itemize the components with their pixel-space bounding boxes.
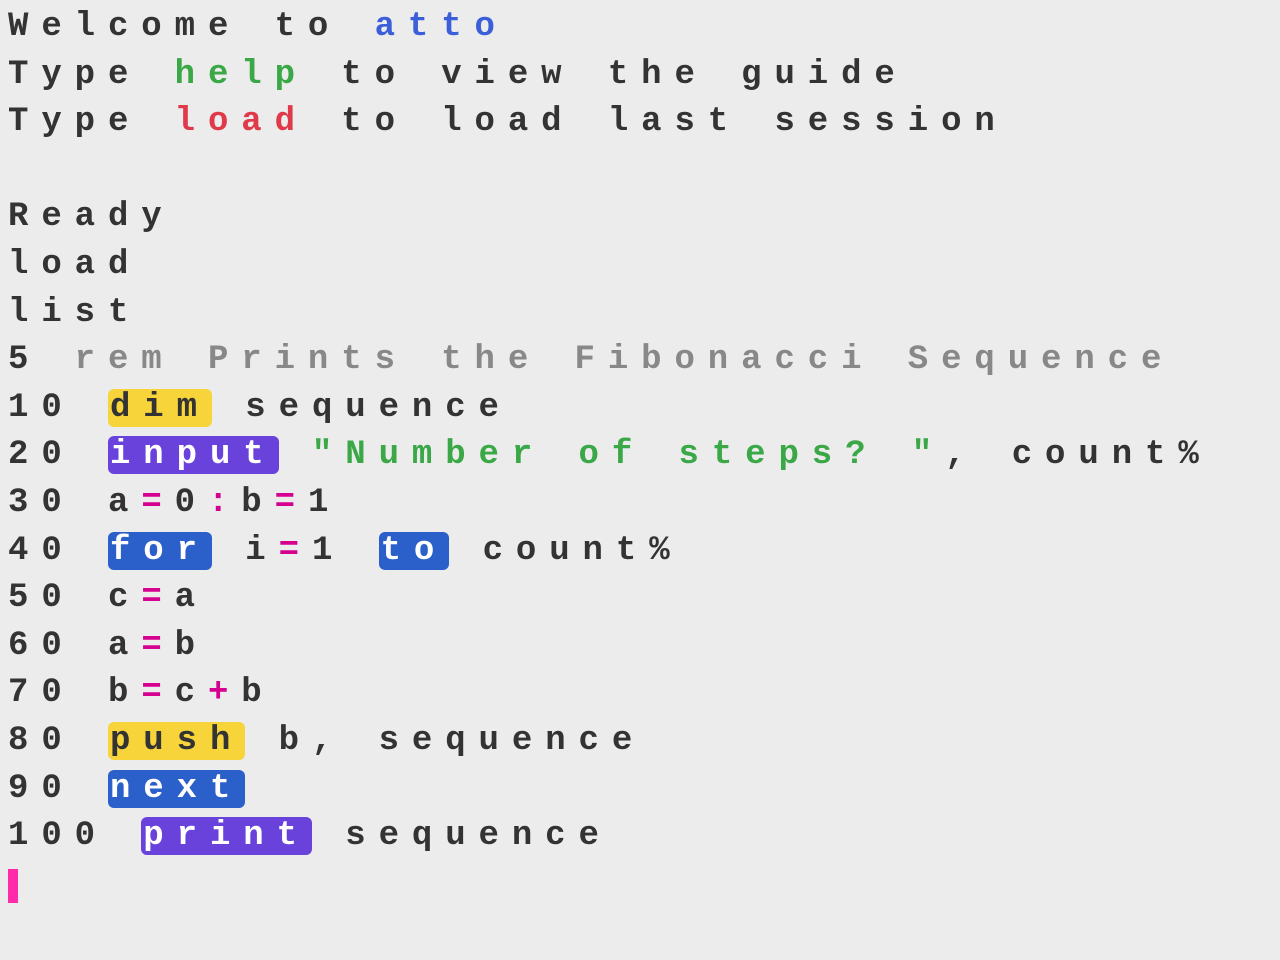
welcome-line: Welcome to atto — [8, 4, 1272, 52]
code-line-70: 70 b=c+b — [8, 670, 1272, 718]
code-line-60: 60 a=b — [8, 623, 1272, 671]
load-command: load — [175, 103, 308, 141]
entered-list: list — [8, 290, 1272, 338]
keyword-next: next — [108, 770, 245, 808]
keyword-print: print — [141, 817, 312, 855]
prompt-line[interactable] — [8, 861, 1272, 909]
keyword-input: input — [108, 436, 279, 474]
code-line-100: 100 print sequence — [8, 813, 1272, 861]
keyword-to: to — [379, 532, 450, 570]
keyword-dim: dim — [108, 389, 212, 427]
code-line-50: 50 c=a — [8, 575, 1272, 623]
help-hint-line: Type help to view the guide — [8, 52, 1272, 100]
code-line-30: 30 a=0:b=1 — [8, 480, 1272, 528]
keyword-for: for — [108, 532, 212, 570]
rem-comment: rem Prints the Fibonacci Sequence — [75, 341, 1175, 379]
blank-line — [8, 147, 1272, 195]
code-line-90: 90 next — [8, 766, 1272, 814]
terminal-output[interactable]: Welcome to atto Type help to view the gu… — [8, 4, 1272, 908]
load-hint-line: Type load to load last session — [8, 99, 1272, 147]
ready-prompt: Ready — [8, 194, 1272, 242]
cursor-icon — [8, 869, 18, 903]
help-command: help — [175, 56, 308, 94]
app-name: atto — [375, 8, 508, 46]
code-line-40: 40 for i=1 to count% — [8, 528, 1272, 576]
entered-load: load — [8, 242, 1272, 290]
code-line-5: 5 rem Prints the Fibonacci Sequence — [8, 337, 1272, 385]
string-literal: "Number of steps? " — [279, 436, 945, 474]
code-line-80: 80 push b, sequence — [8, 718, 1272, 766]
welcome-prefix: Welcome to — [8, 8, 375, 46]
code-line-20: 20 input "Number of steps? ", count% — [8, 432, 1272, 480]
code-line-10: 10 dim sequence — [8, 385, 1272, 433]
keyword-push: push — [108, 722, 245, 760]
